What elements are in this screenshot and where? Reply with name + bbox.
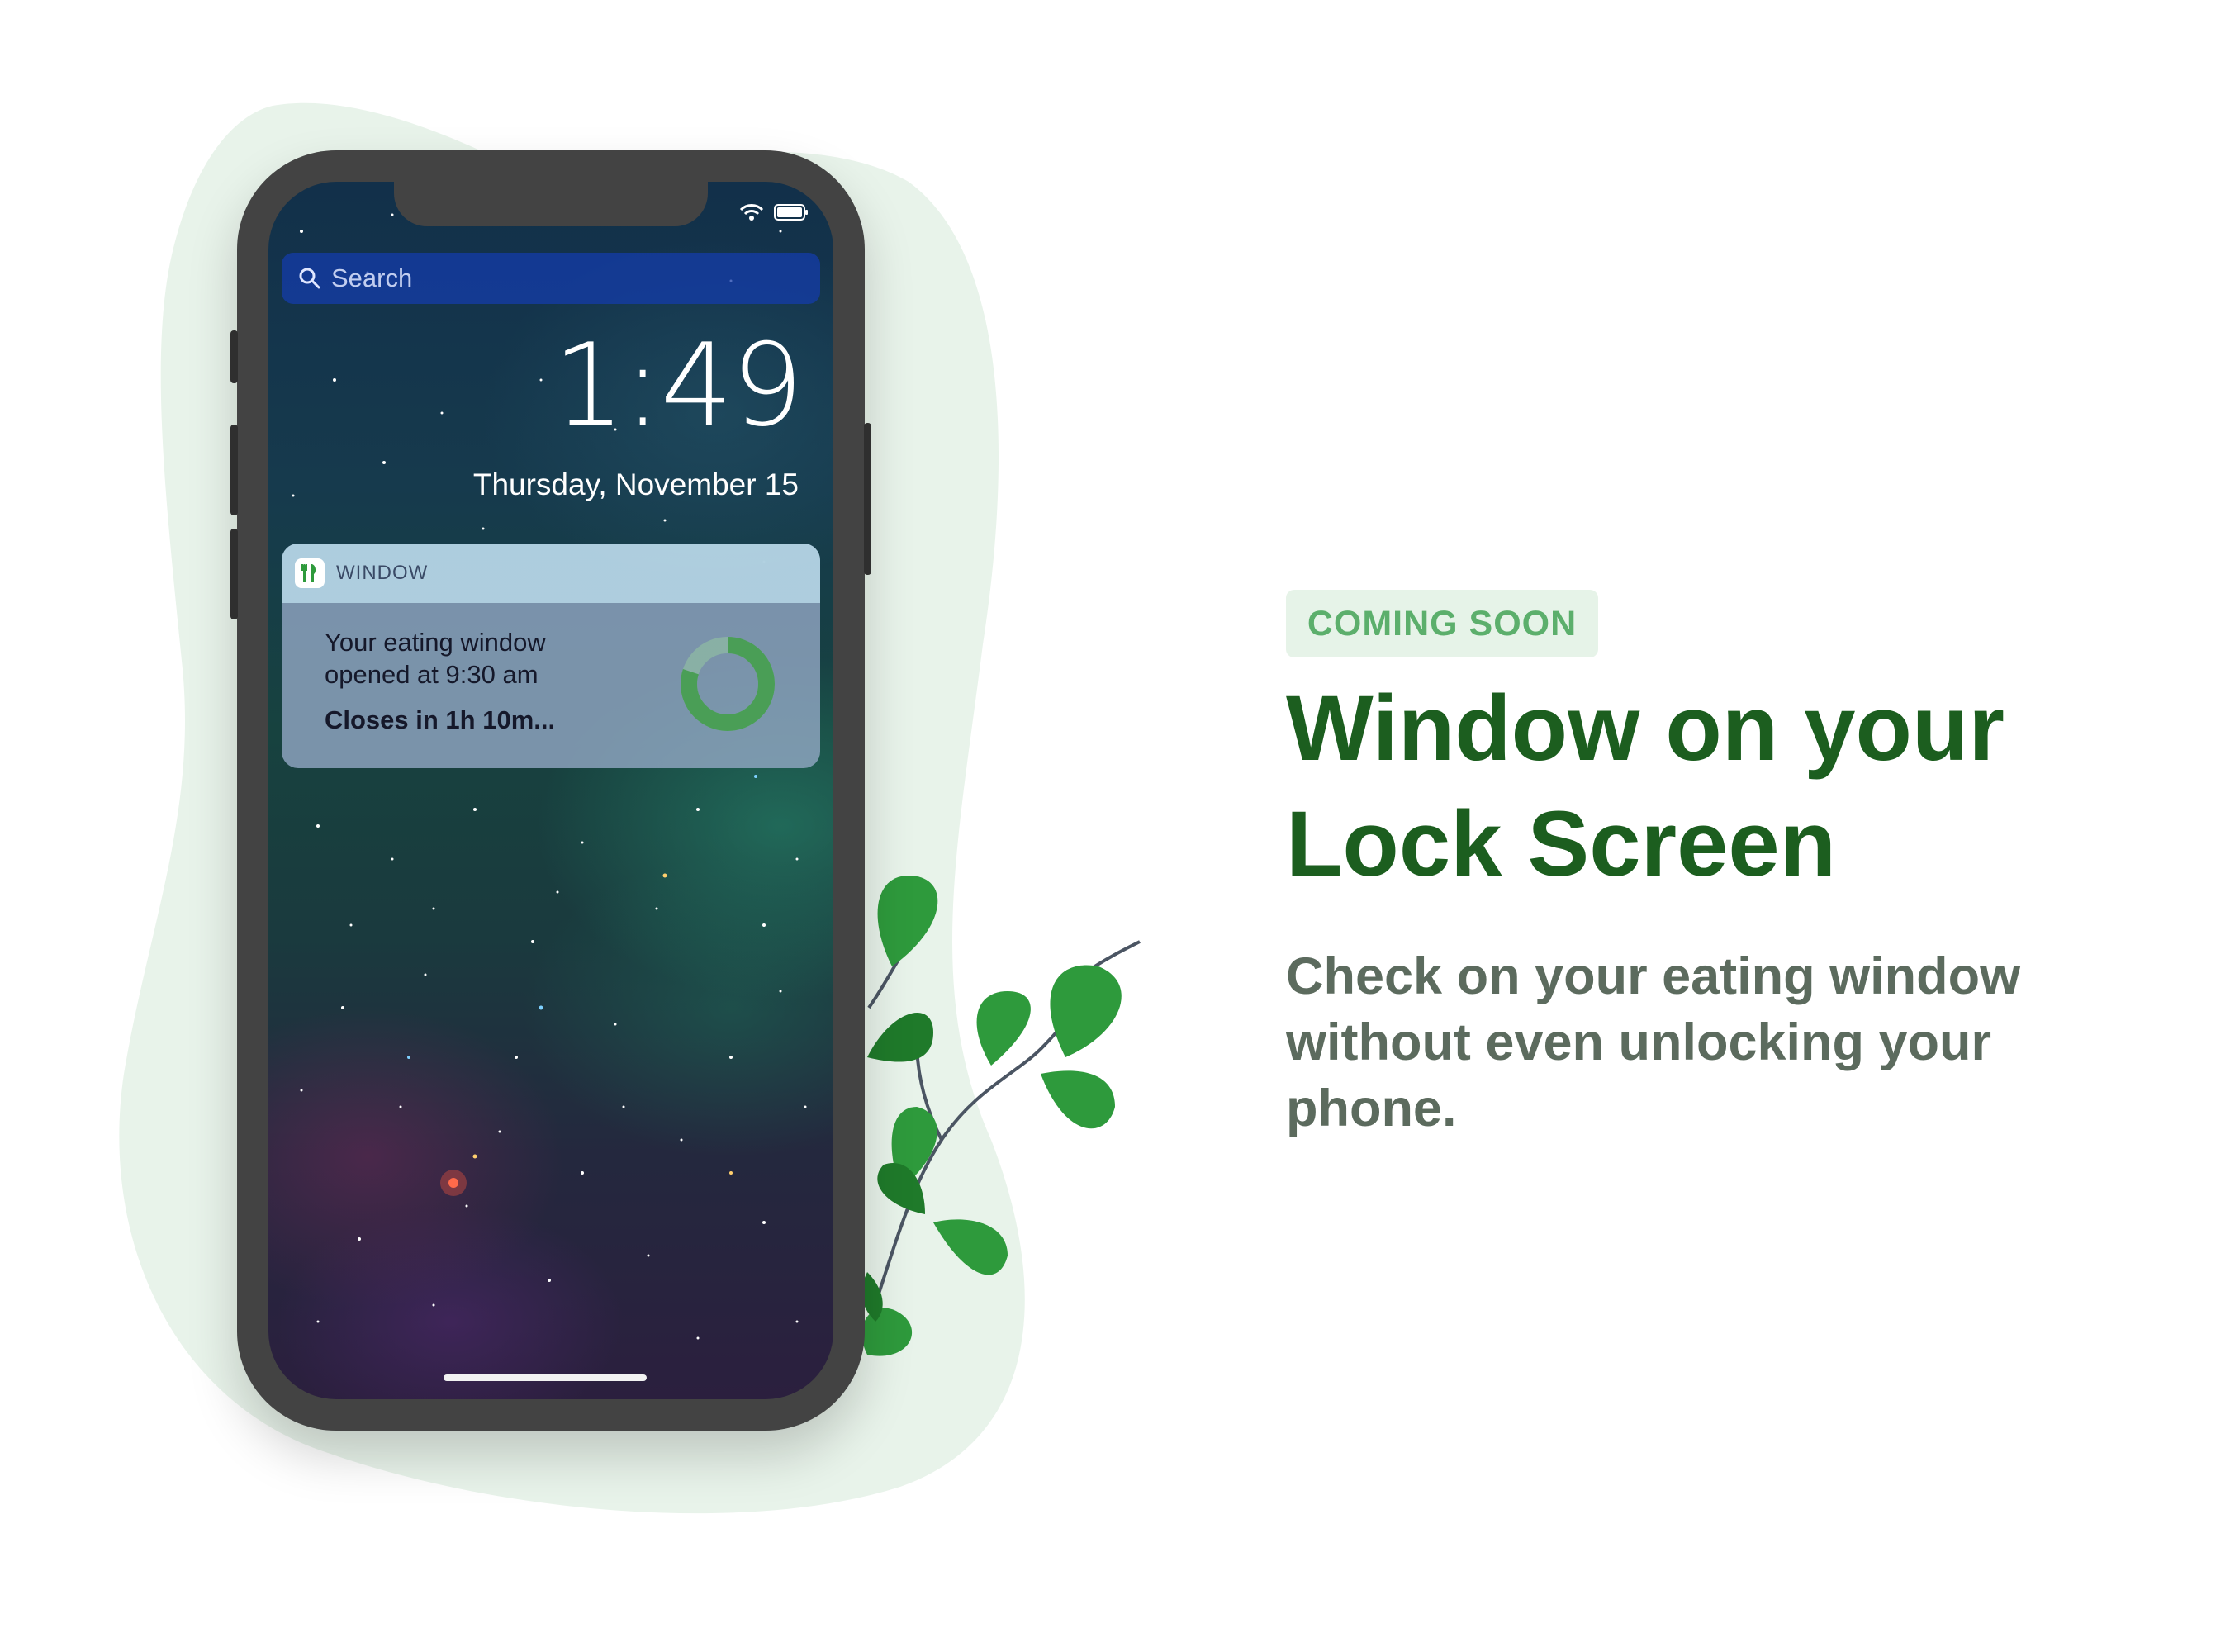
notification-header: WINDOW [282, 544, 820, 603]
coming-soon-badge: COMING SOON [1286, 590, 1598, 657]
notification-countdown: Closes in 1h 10m... [325, 705, 556, 734]
headline-line-1: Window on your [1286, 676, 2005, 780]
silent-switch [230, 330, 238, 383]
lock-screen: Search 1:49 Thursday, November 15 WINDOW… [268, 182, 833, 1399]
notification-card[interactable]: WINDOW Your eating window opened at 9:30… [282, 544, 820, 768]
wifi-icon [739, 203, 764, 225]
notification-message-line1: Your eating window [325, 628, 546, 657]
home-indicator[interactable] [444, 1374, 647, 1381]
search-placeholder: Search [331, 263, 413, 292]
volume-down-button [230, 529, 238, 620]
notification-message-line2: opened at 9:30 am [325, 660, 539, 689]
status-bar [739, 203, 809, 225]
fork-knife-icon [295, 558, 325, 588]
phone-mockup: Search 1:49 Thursday, November 15 WINDOW… [230, 150, 871, 1431]
lock-date: Thursday, November 15 [472, 468, 799, 501]
feature-description: Check on your eating window without even… [1286, 947, 2021, 1137]
power-button [864, 423, 871, 575]
notification-app-name: WINDOW [336, 562, 429, 584]
progress-ring [681, 637, 775, 731]
search-icon [298, 267, 321, 290]
lock-clock: 1:49 [553, 319, 804, 452]
battery-icon [774, 203, 809, 225]
search-bar[interactable]: Search [282, 253, 820, 304]
headline-line-2: Lock Screen [1286, 792, 1837, 895]
coming-soon-label: COMING SOON [1307, 603, 1578, 643]
volume-up-button [230, 425, 238, 515]
notch [394, 182, 708, 226]
feature-headline: Window on your Lock Screen [1286, 671, 2194, 902]
